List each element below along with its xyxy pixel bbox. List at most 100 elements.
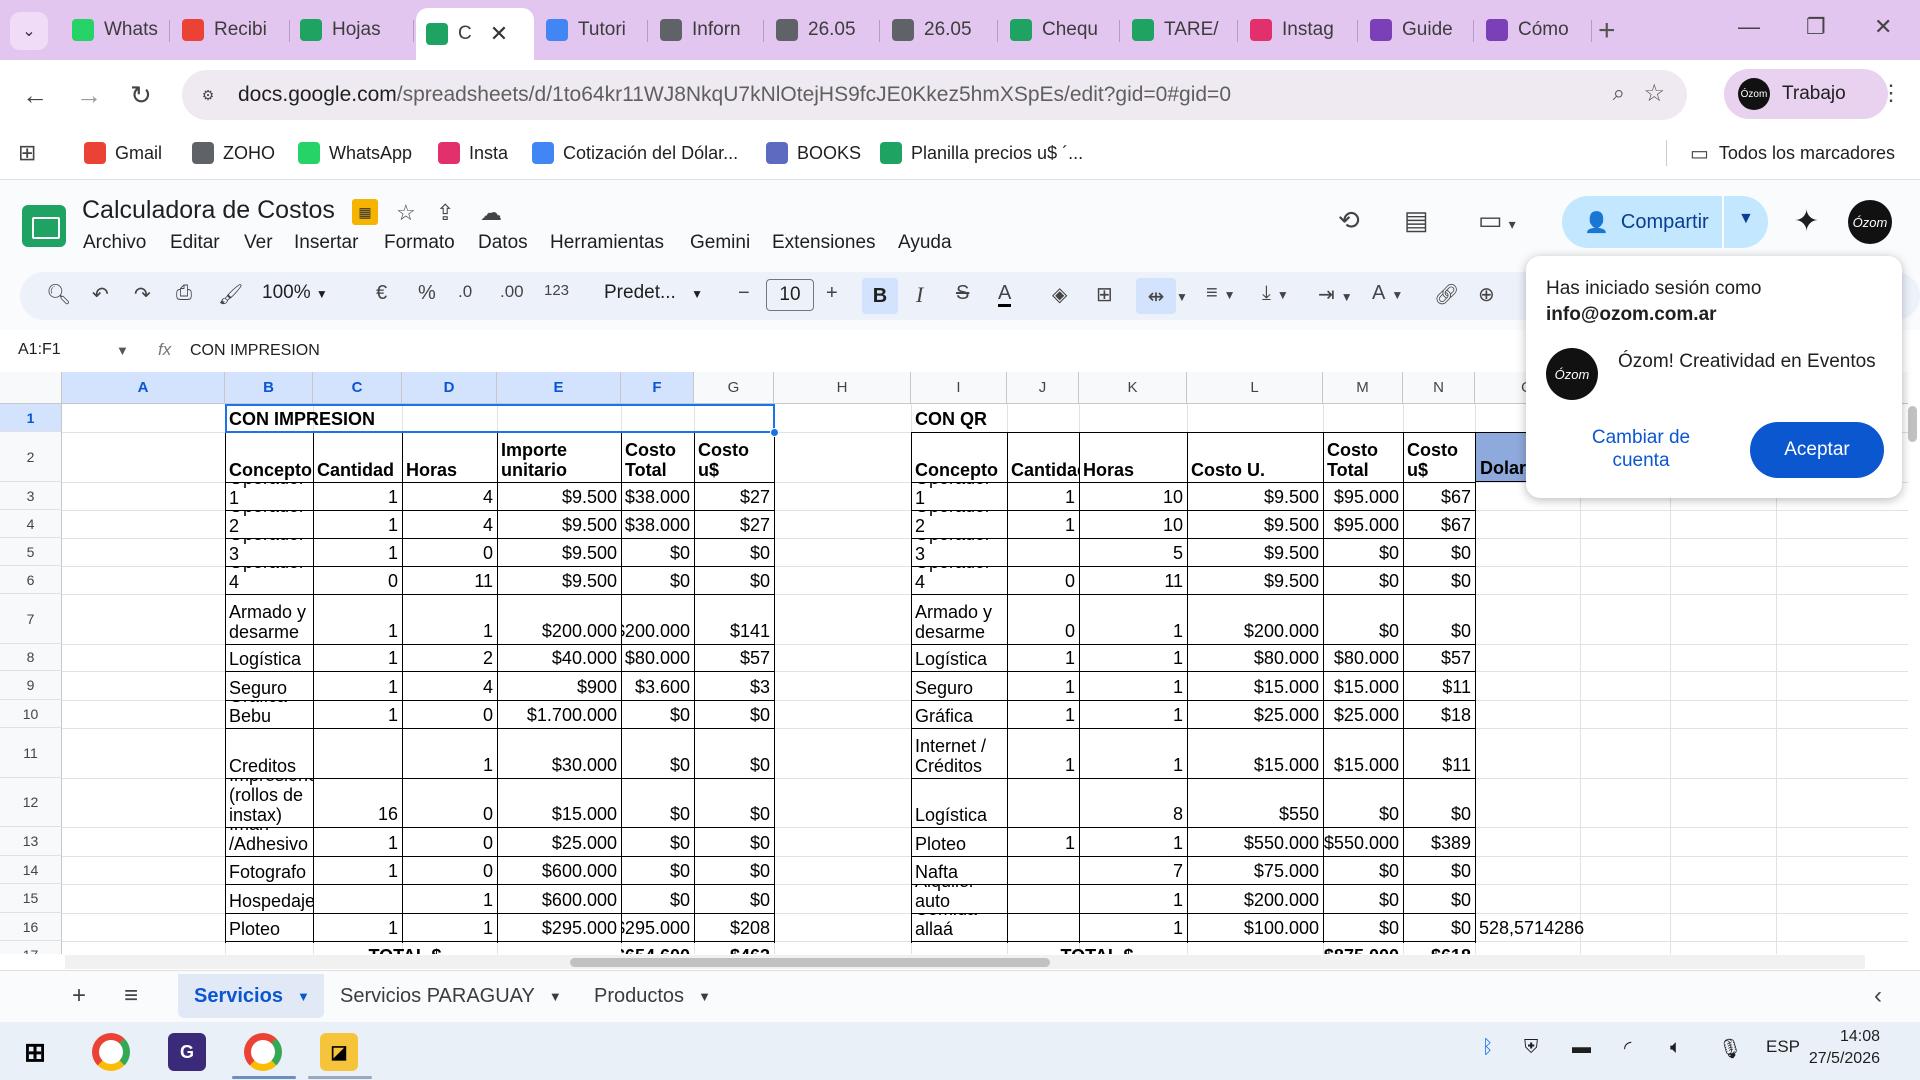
- row-value[interactable]: $295.000: [621, 913, 694, 941]
- row-concept[interactable]: Ploteo: [225, 913, 313, 941]
- row-concept[interactable]: Hospedaje: [225, 884, 313, 913]
- clock[interactable]: 14:08 27/5/2026: [1806, 1026, 1880, 1070]
- table-header[interactable]: Cantidad: [313, 432, 402, 482]
- zoom-icon[interactable]: ⌕: [1613, 80, 1625, 106]
- row-value[interactable]: $9.500: [1187, 538, 1323, 566]
- row-value[interactable]: $100.000: [1187, 913, 1323, 941]
- row-header[interactable]: 11: [0, 728, 62, 778]
- row-value[interactable]: 1: [313, 913, 402, 941]
- insert-comment-icon[interactable]: ⊕: [1478, 282, 1495, 307]
- sheets-logo-icon[interactable]: [22, 205, 66, 247]
- row-value[interactable]: $200.000: [1187, 884, 1323, 913]
- row-value[interactable]: $9.500: [1187, 566, 1323, 594]
- row-concept[interactable]: Nafta: [911, 856, 1007, 884]
- column-header[interactable]: E: [497, 372, 621, 404]
- browser-tab[interactable]: Hojas: [290, 8, 414, 52]
- row-concept[interactable]: Ploteo: [911, 827, 1007, 856]
- row-value[interactable]: 1: [313, 671, 402, 700]
- row-value[interactable]: [1007, 538, 1079, 566]
- row-header[interactable]: 17: [0, 941, 62, 954]
- row-value[interactable]: $0: [694, 566, 774, 594]
- row-value[interactable]: $67: [1403, 482, 1475, 510]
- row-value[interactable]: $15.000: [1323, 728, 1403, 778]
- undo-icon[interactable]: ↶: [92, 282, 109, 307]
- row-value[interactable]: $38.000: [621, 510, 694, 538]
- browser-menu-icon[interactable]: ⋮: [1880, 80, 1902, 106]
- text-color-button[interactable]: A: [998, 282, 1012, 307]
- minimize-button[interactable]: —: [1738, 14, 1760, 40]
- close-window-button[interactable]: ✕: [1874, 14, 1892, 40]
- bookmark-item[interactable]: Gmail: [84, 138, 162, 168]
- row-value[interactable]: $0: [694, 700, 774, 728]
- column-header[interactable]: M: [1323, 372, 1403, 404]
- explore-collapse-icon[interactable]: ‹: [1874, 982, 1882, 1010]
- row-value[interactable]: $141: [694, 594, 774, 644]
- row-value[interactable]: 5: [1079, 538, 1187, 566]
- row-value[interactable]: $15.000: [1323, 671, 1403, 700]
- row-value[interactable]: $0: [621, 856, 694, 884]
- browser-tab[interactable]: TARE/: [1122, 8, 1238, 52]
- row-value[interactable]: 1: [313, 538, 402, 566]
- table-header[interactable]: Costo U.: [1187, 432, 1323, 482]
- print-icon[interactable]: ⎙: [176, 282, 192, 305]
- browser-tab[interactable]: Recibi: [172, 8, 290, 52]
- row-value[interactable]: $200.000: [1187, 594, 1323, 644]
- row-header[interactable]: 7: [0, 594, 62, 644]
- windows-start-icon[interactable]: ⊞: [16, 1033, 54, 1071]
- row-value[interactable]: 1: [1079, 827, 1187, 856]
- column-header[interactable]: B: [225, 372, 313, 404]
- security-icon[interactable]: ⛨: [1524, 1037, 1538, 1059]
- row-value[interactable]: $25.000: [497, 827, 621, 856]
- row-header[interactable]: 16: [0, 913, 62, 941]
- row-value[interactable]: 0: [402, 778, 497, 827]
- row-header[interactable]: 15: [0, 884, 62, 913]
- row-value[interactable]: $0: [1403, 884, 1475, 913]
- meet-icon[interactable]: ▭ ▾: [1478, 205, 1516, 236]
- row-value[interactable]: 1: [313, 482, 402, 510]
- row-value[interactable]: 1: [313, 510, 402, 538]
- row-value[interactable]: $0: [694, 827, 774, 856]
- row-value[interactable]: $0: [621, 538, 694, 566]
- formula-input[interactable]: CON IMPRESION: [190, 342, 320, 360]
- row-value[interactable]: 1: [1007, 644, 1079, 671]
- borders-icon[interactable]: ⊞: [1096, 282, 1113, 307]
- menu-ayuda[interactable]: Ayuda: [898, 232, 952, 254]
- row-value[interactable]: $0: [694, 884, 774, 913]
- currency-format-button[interactable]: €: [376, 282, 387, 305]
- new-tab-button[interactable]: +: [1598, 14, 1616, 48]
- close-icon[interactable]: ✕: [490, 21, 508, 47]
- row-value[interactable]: $75.000: [1187, 856, 1323, 884]
- table-title[interactable]: CON QR: [911, 404, 1475, 432]
- row-value[interactable]: $0: [694, 538, 774, 566]
- row-value[interactable]: $27: [694, 482, 774, 510]
- bookmark-item[interactable]: Planilla precios u$ ´...: [880, 138, 1083, 168]
- total-cost[interactable]: $875.000: [1323, 941, 1403, 954]
- row-concept[interactable]: Operador 3: [225, 538, 313, 566]
- sheet-tab[interactable]: Servicios PARAGUAY ▼: [324, 974, 568, 1018]
- row-value[interactable]: $0: [621, 827, 694, 856]
- row-concept[interactable]: Gráfica: [911, 700, 1007, 728]
- row-concept[interactable]: Imán /Adhesivo: [225, 827, 313, 856]
- chevron-down-icon[interactable]: ▼: [698, 989, 711, 1004]
- insert-link-icon[interactable]: 🔗︎: [1434, 282, 1459, 307]
- row-value[interactable]: 0: [313, 566, 402, 594]
- fill-color-icon[interactable]: ◈: [1052, 282, 1067, 307]
- row-value[interactable]: [1007, 856, 1079, 884]
- row-concept[interactable]: Operador 1: [225, 482, 313, 510]
- profile-button[interactable]: Ózom Trabajo: [1724, 69, 1888, 119]
- row-concept[interactable]: Comida allaá: [911, 913, 1007, 941]
- row-value[interactable]: $57: [1403, 644, 1475, 671]
- row-value[interactable]: $9.500: [497, 510, 621, 538]
- sticky-notes-icon[interactable]: ◪: [320, 1033, 358, 1071]
- row-value[interactable]: 11: [1079, 566, 1187, 594]
- row-header[interactable]: 13: [0, 827, 62, 856]
- merge-cells-icon[interactable]: ⇹: [1136, 278, 1176, 314]
- row-value[interactable]: $95.000: [1323, 482, 1403, 510]
- move-to-drive-icon[interactable]: ⇪: [436, 200, 454, 226]
- g-app-icon[interactable]: G: [168, 1033, 206, 1071]
- row-value[interactable]: 1: [1079, 884, 1187, 913]
- zoom-select[interactable]: 100% ▼: [262, 282, 328, 304]
- column-header[interactable]: C: [313, 372, 402, 404]
- row-value[interactable]: 1: [402, 594, 497, 644]
- row-value[interactable]: $11: [1403, 671, 1475, 700]
